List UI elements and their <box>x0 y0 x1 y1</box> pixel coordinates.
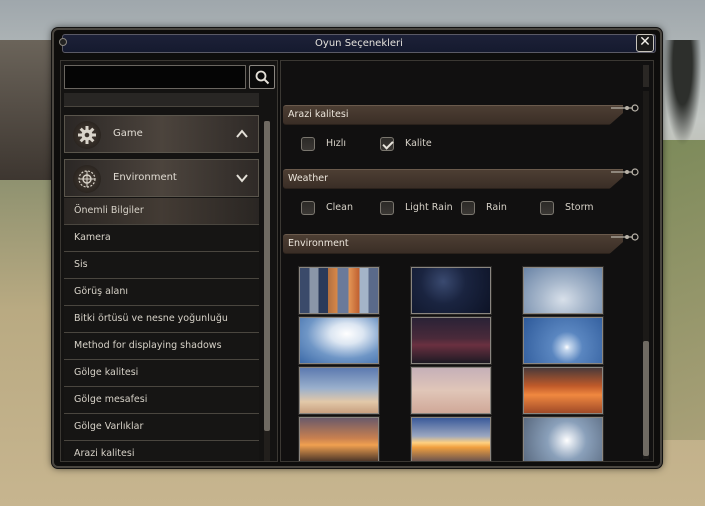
menu-item-golge-kalitesi[interactable]: Gölge kalitesi <box>64 360 259 387</box>
option-storm[interactable]: Storm <box>540 201 610 217</box>
option-rain[interactable]: Rain <box>461 201 531 217</box>
gear-icon <box>73 121 101 149</box>
titlebar-knob-icon <box>59 38 67 46</box>
menu-item-golge-mesafesi[interactable]: Gölge mesafesi <box>64 387 259 414</box>
env-thumb-night-sky[interactable] <box>410 266 492 315</box>
menu-item-bitki-ortusu[interactable]: Bitki örtüsü ve nesne yoğunluğu <box>64 306 259 333</box>
window-title: Oyun Seçenekleri <box>315 38 403 49</box>
options-window: Oyun Seçenekleri ✕ Game Environment Önem… <box>52 28 662 468</box>
environment-icon <box>73 165 101 193</box>
close-button[interactable]: ✕ <box>636 34 654 52</box>
menu-item-gorus-alani[interactable]: Görüş alanı <box>64 279 259 306</box>
env-thumb-sunset-horizon[interactable] <box>298 416 380 461</box>
option-clean-label: Clean <box>326 202 353 213</box>
env-thumb-cloudy-sky[interactable] <box>522 266 604 315</box>
section-pin-icon <box>611 233 639 241</box>
left-scrollbar-thumb[interactable] <box>264 121 270 431</box>
window-titlebar[interactable]: Oyun Seçenekleri <box>59 34 656 53</box>
env-thumb-hazy-sun[interactable] <box>522 416 604 461</box>
option-rain-label: Rain <box>486 202 507 213</box>
search-bar <box>64 65 276 89</box>
right-scrollbar-thumb[interactable] <box>643 341 649 456</box>
section-environment-header: Environment <box>283 234 623 254</box>
search-icon <box>255 70 270 85</box>
section-arazi-kalitesi-header: Arazi kalitesi <box>283 105 623 125</box>
category-game-label: Game <box>113 128 143 139</box>
section-pin-icon <box>611 104 639 112</box>
previous-list-item-edge <box>64 93 259 107</box>
env-thumb-dusk-sky[interactable] <box>410 316 492 365</box>
section-weather-header: Weather <box>283 169 623 189</box>
checkbox-storm[interactable] <box>540 201 554 215</box>
menu-item-sis[interactable]: Sis <box>64 252 259 279</box>
left-scrollbar[interactable] <box>264 121 270 461</box>
right-scrollbar-top[interactable] <box>643 65 649 87</box>
env-thumb-bright-clouds[interactable] <box>298 316 380 365</box>
option-hizli-label: Hızlı <box>326 138 347 149</box>
close-icon: ✕ <box>639 34 651 50</box>
menu-item-kamera[interactable]: Kamera <box>64 225 259 252</box>
env-thumb-evening-clouds[interactable] <box>298 366 380 415</box>
right-panel: Arazi kalitesi Hızlı Kalite Weather Clea… <box>280 60 654 462</box>
left-panel: Game Environment Önemli Bilgiler Kamera … <box>60 60 278 462</box>
checkbox-light-rain[interactable] <box>380 201 394 215</box>
right-scrollbar[interactable] <box>643 91 649 459</box>
menu-item-shadow-method[interactable]: Method for displaying shadows <box>64 333 259 360</box>
background-tree <box>660 40 705 160</box>
env-thumb-sun-blue-sky[interactable] <box>522 316 604 365</box>
checkbox-hizli[interactable] <box>301 137 315 151</box>
menu-item-onemli-bilgiler[interactable]: Önemli Bilgiler <box>64 198 259 225</box>
env-thumb-sky-preset-strip[interactable] <box>298 266 380 315</box>
menu-item-arazi-kalitesi[interactable]: Arazi kalitesi <box>64 441 259 461</box>
settings-menu-list: Önemli Bilgiler Kamera Sis Görüş alanı B… <box>64 198 259 461</box>
category-game[interactable]: Game <box>64 115 259 153</box>
category-environment[interactable]: Environment <box>64 159 259 197</box>
option-storm-label: Storm <box>565 202 594 213</box>
option-kalite-label: Kalite <box>405 138 432 149</box>
env-thumb-golden-sunrise[interactable] <box>410 416 492 461</box>
checkbox-rain[interactable] <box>461 201 475 215</box>
env-thumb-pastel-sunset[interactable] <box>410 366 492 415</box>
env-thumb-orange-sunset[interactable] <box>522 366 604 415</box>
option-hizli[interactable]: Hızlı <box>301 137 371 153</box>
checkbox-kalite[interactable] <box>380 137 394 151</box>
option-kalite[interactable]: Kalite <box>380 137 460 153</box>
search-input[interactable] <box>64 65 246 89</box>
option-light-rain-label: Light Rain <box>405 202 453 213</box>
option-light-rain[interactable]: Light Rain <box>380 201 460 217</box>
background-building <box>0 40 60 180</box>
chevron-up-icon[interactable] <box>235 127 249 141</box>
option-clean[interactable]: Clean <box>301 201 371 217</box>
section-pin-icon <box>611 168 639 176</box>
chevron-down-icon[interactable] <box>235 171 249 185</box>
menu-item-golge-varliklar[interactable]: Gölge Varlıklar <box>64 414 259 441</box>
checkbox-clean[interactable] <box>301 201 315 215</box>
category-environment-label: Environment <box>113 172 177 183</box>
search-button[interactable] <box>249 65 275 89</box>
